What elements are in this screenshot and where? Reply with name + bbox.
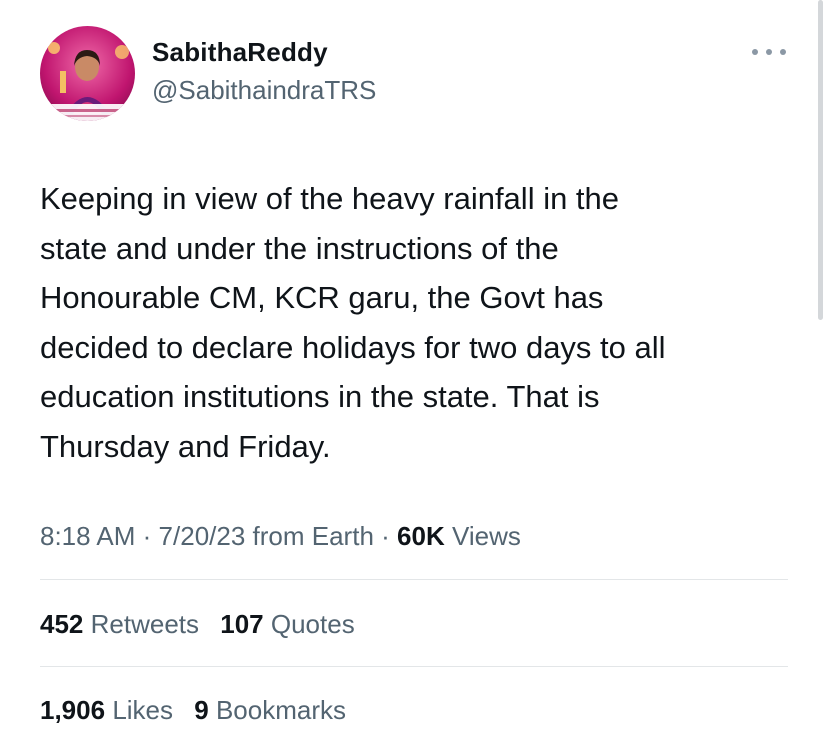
- meta-separator: ·: [381, 521, 390, 551]
- ellipsis-dot: [752, 49, 758, 55]
- bookmarks-count: 9: [194, 695, 209, 725]
- tweet-date[interactable]: 7/20/23: [159, 521, 246, 551]
- retweets-stat[interactable]: 452 Retweets: [40, 606, 199, 642]
- views-label[interactable]: Views: [452, 521, 521, 551]
- author-handle[interactable]: @SabithaindraTRS: [152, 74, 376, 106]
- scrollbar[interactable]: [818, 0, 823, 320]
- ellipsis-icon[interactable]: [752, 42, 786, 62]
- views-count[interactable]: 60K: [397, 521, 445, 551]
- quotes-label: Quotes: [270, 609, 355, 639]
- tweet-metadata: 8:18 AM · 7/20/23 from Earth · 60K Views: [40, 518, 521, 554]
- bookmarks-stat[interactable]: 9 Bookmarks: [194, 692, 346, 728]
- likes-stat[interactable]: 1,906 Likes: [40, 692, 173, 728]
- tweet-time[interactable]: 8:18 AM: [40, 521, 135, 551]
- divider: [40, 579, 788, 580]
- engagement-stats-row: 452 Retweets 107 Quotes: [40, 606, 355, 642]
- likes-label: Likes: [112, 695, 174, 725]
- divider: [40, 666, 788, 667]
- tweet-source: from Earth: [252, 521, 374, 551]
- meta-separator: ·: [142, 521, 152, 551]
- avatar-image: [40, 26, 135, 121]
- ellipsis-dot: [766, 49, 772, 55]
- ellipsis-dot: [780, 49, 786, 55]
- quotes-stat[interactable]: 107 Quotes: [220, 606, 354, 642]
- quotes-count: 107: [220, 609, 264, 639]
- tweet-detail: SabithaReddy @SabithaindraTRS Keeping in…: [0, 0, 828, 729]
- likes-count: 1,906: [40, 695, 106, 725]
- engagement-stats-row: 1,906 Likes 9 Bookmarks: [40, 692, 346, 728]
- tweet-text: Keeping in view of the heavy rainfall in…: [40, 181, 666, 464]
- author-info: SabithaReddy @SabithaindraTRS: [152, 36, 376, 106]
- bookmarks-label: Bookmarks: [215, 695, 346, 725]
- author-avatar[interactable]: [40, 26, 135, 121]
- retweets-label: Retweets: [90, 609, 200, 639]
- author-display-name[interactable]: SabithaReddy: [152, 36, 376, 68]
- retweets-count: 452: [40, 609, 84, 639]
